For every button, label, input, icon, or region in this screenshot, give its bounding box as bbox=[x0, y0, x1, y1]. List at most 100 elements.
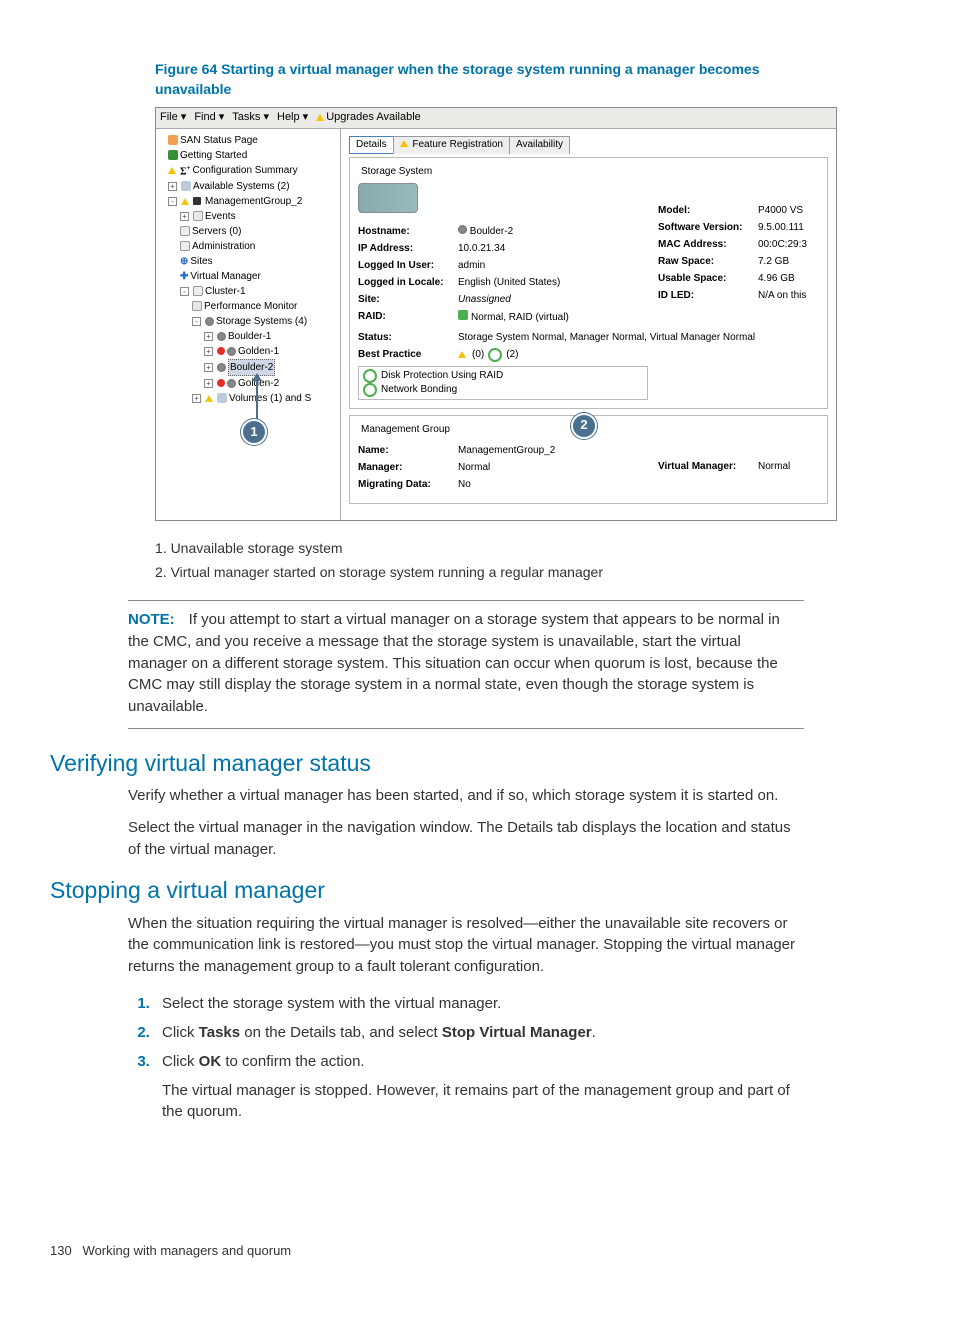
page-number: 130 bbox=[50, 1243, 72, 1258]
mg-migrating-label: Migrating Data: bbox=[358, 478, 458, 492]
collapse-icon[interactable]: - bbox=[180, 287, 189, 296]
raw-label: Raw Space: bbox=[658, 255, 758, 269]
expand-icon[interactable]: + bbox=[204, 332, 213, 341]
user-label: Logged In User: bbox=[358, 259, 458, 273]
error-icon bbox=[217, 347, 225, 355]
expand-icon[interactable]: + bbox=[204, 363, 213, 372]
warning-icon bbox=[400, 140, 408, 147]
warning-icon bbox=[168, 167, 176, 174]
site-value: Unassigned bbox=[458, 293, 658, 307]
node-icon bbox=[458, 225, 467, 234]
tree-golden1[interactable]: Golden-1 bbox=[238, 344, 279, 359]
plus-icon: ⊕ bbox=[180, 254, 188, 269]
tree-events[interactable]: Events bbox=[205, 209, 236, 224]
tab-availability[interactable]: Availability bbox=[509, 136, 570, 154]
usable-label: Usable Space: bbox=[658, 272, 758, 286]
nav-tree[interactable]: SAN Status Page Getting Started Σ+ Confi… bbox=[156, 129, 341, 520]
hostname-label: Hostname: bbox=[358, 225, 458, 239]
hostname-value: Boulder-2 bbox=[470, 226, 513, 237]
collapse-icon[interactable]: - bbox=[192, 317, 201, 326]
upgrades-available[interactable]: Upgrades Available bbox=[316, 110, 421, 125]
user-value: admin bbox=[458, 259, 658, 273]
site-label: Site: bbox=[358, 293, 458, 307]
step-1: Select the storage system with the virtu… bbox=[154, 993, 804, 1014]
idled-value: N/A on this bbox=[758, 289, 819, 303]
figure-title: Figure 64 Starting a virtual manager whe… bbox=[155, 60, 804, 99]
expand-icon[interactable]: + bbox=[180, 212, 189, 221]
step-3: Click OK to confirm the action. The virt… bbox=[154, 1051, 804, 1122]
legend-item-2: 2. Virtual manager started on storage sy… bbox=[155, 563, 804, 583]
expand-icon[interactable]: + bbox=[204, 379, 213, 388]
tree-getting-started[interactable]: Getting Started bbox=[180, 148, 247, 163]
locale-label: Logged in Locale: bbox=[358, 276, 458, 290]
menu-tasks[interactable]: Tasks ▾ bbox=[232, 110, 269, 125]
node-icon bbox=[217, 363, 226, 372]
expand-icon[interactable]: + bbox=[204, 347, 213, 356]
menu-help[interactable]: Help ▾ bbox=[277, 110, 308, 125]
tree-config-summary[interactable]: Configuration Summary bbox=[193, 163, 298, 178]
group-icon bbox=[193, 197, 201, 205]
tree-administration[interactable]: Administration bbox=[192, 239, 255, 254]
cluster-icon bbox=[193, 286, 203, 296]
sw-label: Software Version: bbox=[658, 221, 758, 235]
legend-item-1: 1. Unavailable storage system bbox=[155, 539, 804, 559]
tree-boulder1[interactable]: Boulder-1 bbox=[228, 329, 271, 344]
mg-vm-value: Normal bbox=[758, 460, 819, 474]
ok-icon bbox=[363, 369, 377, 383]
bp-ok-count: (2) bbox=[506, 348, 518, 362]
tab-feature-registration[interactable]: Feature Registration bbox=[393, 136, 510, 154]
tree-servers[interactable]: Servers (0) bbox=[192, 224, 241, 239]
note-block: NOTE:If you attempt to start a virtual m… bbox=[128, 600, 804, 729]
hardware-image bbox=[358, 183, 418, 213]
tree-available-systems[interactable]: Available Systems (2) bbox=[193, 179, 290, 194]
tree-cluster[interactable]: Cluster-1 bbox=[205, 284, 246, 299]
step-tail: The virtual manager is stopped. However,… bbox=[162, 1080, 804, 1122]
raw-value: 7.2 GB bbox=[758, 255, 819, 269]
tree-san-status[interactable]: SAN Status Page bbox=[180, 133, 258, 148]
ok-icon bbox=[363, 383, 377, 397]
mg-name-value: ManagementGroup_2 bbox=[458, 444, 658, 458]
tree-storage-systems[interactable]: Storage Systems (4) bbox=[216, 314, 307, 329]
admin-icon bbox=[180, 241, 190, 251]
tab-details[interactable]: Details bbox=[349, 136, 394, 154]
model-label: Model: bbox=[658, 204, 758, 218]
raid-value: Normal, RAID (virtual) bbox=[471, 312, 569, 323]
section-stop-title: Stopping a virtual manager bbox=[50, 874, 804, 906]
menubar: File ▾ Find ▾ Tasks ▾ Help ▾ Upgrades Av… bbox=[156, 108, 836, 128]
note-text: If you attempt to start a virtual manage… bbox=[128, 611, 780, 715]
tree-sites[interactable]: Sites bbox=[190, 254, 212, 269]
ok-icon bbox=[488, 348, 502, 362]
error-icon bbox=[217, 379, 225, 387]
tree-perf-monitor[interactable]: Performance Monitor bbox=[204, 299, 297, 314]
node-icon bbox=[217, 332, 226, 341]
status-value: Storage System Normal, Manager Normal, V… bbox=[458, 331, 819, 345]
bp-item-1: Disk Protection Using RAID bbox=[381, 369, 503, 383]
events-icon bbox=[193, 211, 203, 221]
plus-icon: ✚ bbox=[180, 269, 188, 284]
screenshot-container: File ▾ Find ▾ Tasks ▾ Help ▾ Upgrades Av… bbox=[155, 107, 837, 521]
details-pane: Details Feature Registration Availabilit… bbox=[341, 129, 836, 520]
tab-bar: Details Feature Registration Availabilit… bbox=[349, 135, 828, 153]
node-icon bbox=[227, 347, 236, 356]
tree-volumes[interactable]: Volumes (1) and S bbox=[229, 391, 311, 406]
status-label: Status: bbox=[358, 331, 458, 345]
expand-icon[interactable]: + bbox=[168, 182, 177, 191]
menu-file[interactable]: File ▾ bbox=[160, 110, 186, 125]
menu-find[interactable]: Find ▾ bbox=[194, 110, 224, 125]
mg-manager-label: Manager: bbox=[358, 461, 458, 475]
tree-virtual-manager[interactable]: Virtual Manager bbox=[190, 269, 260, 284]
mgmt-group-title: Management Group bbox=[358, 423, 453, 437]
monitor-icon bbox=[192, 301, 202, 311]
ip-value: 10.0.21.34 bbox=[458, 242, 658, 256]
stop-p1: When the situation requiring the virtual… bbox=[128, 913, 804, 978]
page-footer: 130 Working with managers and quorum bbox=[50, 1242, 804, 1260]
verify-p2: Select the virtual manager in the naviga… bbox=[128, 817, 804, 861]
tree-mgmt-group[interactable]: ManagementGroup_2 bbox=[205, 194, 302, 209]
expand-icon[interactable]: + bbox=[192, 394, 201, 403]
model-value: P4000 VS bbox=[758, 204, 819, 218]
collapse-icon[interactable]: - bbox=[168, 197, 177, 206]
bp-item-2: Network Bonding bbox=[381, 383, 457, 397]
arrow-icon bbox=[168, 150, 178, 160]
storage-system-fieldset: Storage System Hostname: Boulder-2 IP Ad… bbox=[349, 157, 828, 409]
mg-manager-value: Normal bbox=[458, 461, 658, 475]
